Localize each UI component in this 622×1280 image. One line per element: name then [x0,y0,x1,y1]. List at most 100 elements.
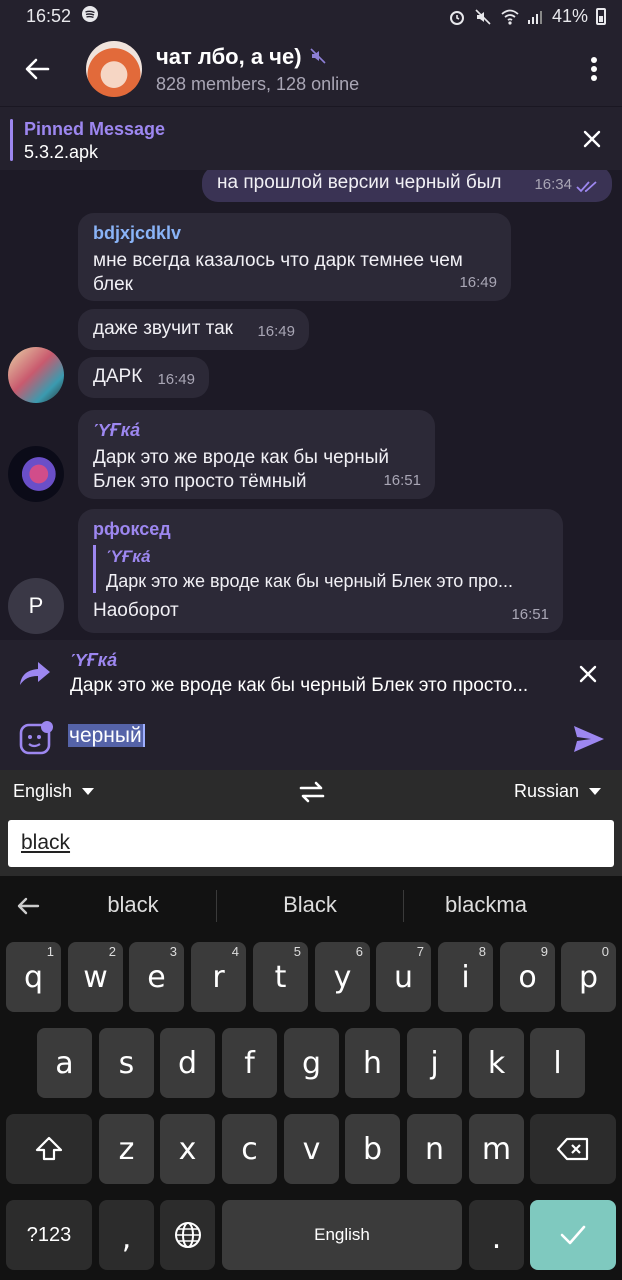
source-language: English [13,781,73,801]
key-a[interactable]: a [37,1028,92,1098]
source-language-dropdown[interactable]: English [13,781,95,802]
key-label: , [121,1221,132,1256]
message-text: даже звучит так [93,318,233,339]
key-f[interactable]: f [222,1028,277,1098]
key-o[interactable]: o9 [500,942,555,1012]
key-m[interactable]: m [469,1114,524,1184]
key-d[interactable]: d [160,1028,215,1098]
alarm-icon [448,8,466,25]
key-w[interactable]: w2 [68,942,123,1012]
key-label: q [23,959,44,995]
message-incoming[interactable]: даже звучит так 16:49 [78,309,309,350]
key-label: x [178,1131,197,1167]
message-text-line: Блек это просто тёмный [93,471,307,492]
message-text: Наоборот [93,600,179,621]
sticker-emoji-icon[interactable] [18,720,54,756]
target-language: Russian [514,781,580,801]
space-key[interactable]: English [222,1200,462,1270]
back-button[interactable] [0,32,74,106]
sender-avatar[interactable] [8,347,64,403]
key-u[interactable]: u7 [376,942,431,1012]
key-j[interactable]: j [407,1028,462,1098]
pinned-close-button[interactable] [574,121,610,157]
reply-cancel-button[interactable] [570,656,606,692]
suggestion-item[interactable]: black [53,892,213,918]
key-z[interactable]: z [99,1114,154,1184]
key-hint: 7 [416,944,424,959]
comma-key[interactable]: , [99,1200,154,1270]
close-icon [579,665,597,683]
shift-key[interactable] [6,1114,92,1184]
key-hint: 3 [169,944,177,959]
key-l[interactable]: l [530,1028,585,1098]
arrow-left-icon[interactable] [12,890,44,922]
battery-icon [596,7,606,25]
key-v[interactable]: v [284,1114,339,1184]
key-e[interactable]: e3 [129,942,184,1012]
pinned-accent-bar [10,119,13,161]
sender-name: рфоксед [93,519,171,539]
key-label: y [333,959,352,995]
period-key[interactable]: . [469,1200,524,1270]
key-label: i [461,959,470,995]
send-icon[interactable] [570,720,608,758]
pinned-message-bar[interactable]: Pinned Message 5.3.2.apk [0,106,622,170]
key-hint: 5 [293,944,301,959]
reply-text: Дарк это же вроде как бы черный Блек это… [70,675,529,696]
key-q[interactable]: q1 [6,942,61,1012]
reply-sender: ΎҒка́ [70,650,118,670]
key-r[interactable]: r4 [191,942,246,1012]
wifi-icon [500,8,519,25]
key-y[interactable]: y6 [315,942,370,1012]
suggestion-item[interactable]: blackma [406,892,566,918]
key-k[interactable]: k [469,1028,524,1098]
key-label: k [487,1045,506,1081]
target-language-dropdown[interactable]: Russian [514,781,602,802]
reply-preview: ΎҒка́ Дарк это же вроде как бы черный Бл… [0,640,622,708]
chat-title: чат лбо, а че) [156,43,302,69]
key-i[interactable]: i8 [438,942,493,1012]
symbols-key[interactable]: ?123 [6,1200,92,1270]
message-incoming[interactable]: ΎҒка́ Дарк это же вроде как бы черный Бл… [78,410,435,499]
translation-field[interactable]: black [8,820,614,867]
message-incoming[interactable]: bdjxjcdklv мне всегда казалось что дарк … [78,213,511,301]
key-label: g [301,1045,322,1081]
message-list[interactable]: на прошлой версии черный был 16:34 bdjxj… [0,170,622,640]
quote-text: Дарк это же вроде как бы черный Блек это… [106,571,514,591]
key-b[interactable]: b [345,1114,400,1184]
key-hint: 8 [478,944,486,959]
signal-icon [526,8,544,24]
reply-quote[interactable]: ΎҒка́ Дарк это же вроде как бы черный Бл… [93,545,548,593]
suggestion-item[interactable]: Black [230,892,390,918]
chat-info[interactable]: чат лбо, а че) 828 members, 128 online [156,44,566,95]
key-hint: 9 [540,944,548,959]
sender-name: bdjxjcdklv [93,223,182,243]
sender-avatar[interactable] [8,446,64,502]
chat-avatar[interactable] [86,41,142,97]
message-incoming[interactable]: ДАРК 16:49 [78,357,209,398]
more-menu-button[interactable] [566,32,622,106]
swap-languages-icon[interactable] [298,778,326,806]
key-h[interactable]: h [345,1028,400,1098]
key-label: h [362,1045,382,1081]
sender-avatar[interactable]: P [8,578,64,634]
chevron-down-icon [589,788,602,795]
message-input[interactable]: черный [68,724,145,748]
key-label: t [274,959,287,995]
key-p[interactable]: p0 [561,942,616,1012]
key-s[interactable]: s [99,1028,154,1098]
key-label: e [147,959,166,995]
key-label: p [578,959,599,995]
message-outgoing[interactable]: на прошлой версии черный был 16:34 [202,170,612,202]
backspace-key[interactable] [530,1114,616,1184]
key-x[interactable]: x [160,1114,215,1184]
enter-key[interactable] [530,1200,616,1270]
avatar-letter: P [28,593,44,618]
message-incoming[interactable]: рфоксед ΎҒка́ Дарк это же вроде как бы ч… [78,509,563,633]
key-c[interactable]: c [222,1114,277,1184]
key-g[interactable]: g [284,1028,339,1098]
key-t[interactable]: t5 [253,942,308,1012]
language-key[interactable] [160,1200,215,1270]
key-label: v [302,1131,321,1167]
key-n[interactable]: n [407,1114,462,1184]
